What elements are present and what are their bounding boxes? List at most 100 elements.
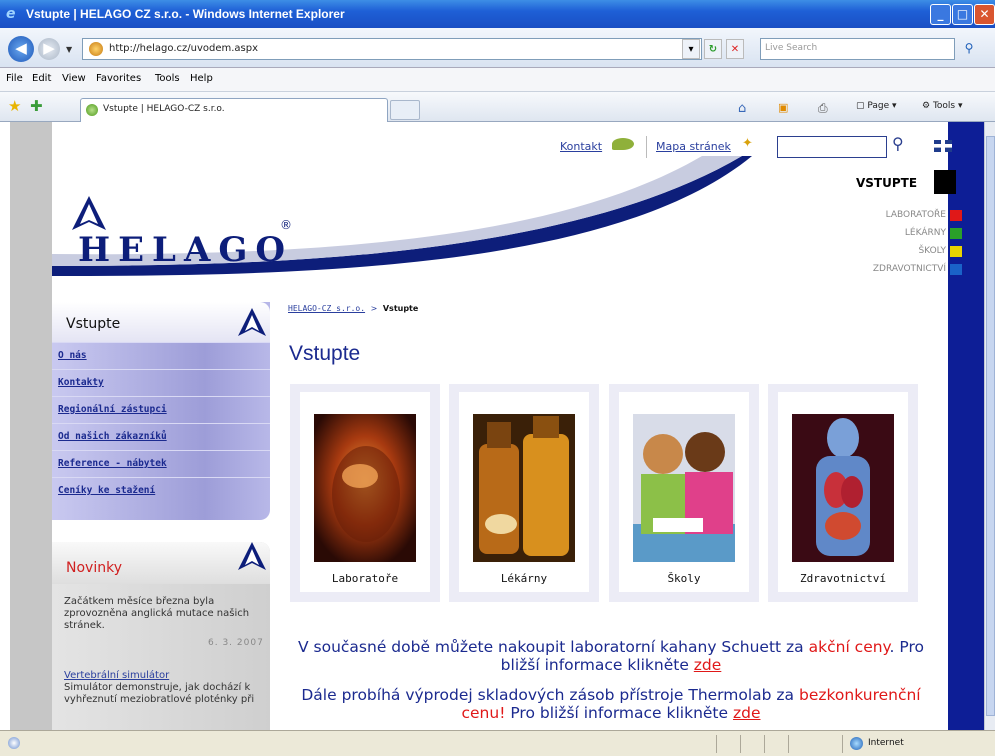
breadcrumb-separator: > bbox=[370, 304, 378, 313]
nav-reference-nabytek[interactable]: Reference - nábytek bbox=[52, 450, 270, 477]
ie-logo-icon: e bbox=[6, 6, 16, 22]
breadcrumb-home[interactable]: HELAGO-CZ s.r.o. bbox=[288, 304, 365, 313]
tools-menu-label: Tools bbox=[932, 101, 956, 111]
page-title: Vstupte bbox=[289, 342, 361, 365]
kontakt-link[interactable]: Kontakt bbox=[560, 140, 602, 153]
menu-favorites[interactable]: Favorites bbox=[96, 73, 141, 84]
card-inner: Laboratoře bbox=[300, 392, 430, 592]
news-item-link[interactable]: Vertebrální simulátor bbox=[64, 670, 169, 681]
refresh-button[interactable]: ↻ bbox=[704, 39, 722, 59]
registered-mark: ® bbox=[280, 218, 292, 232]
section-label: ŠKOLY bbox=[918, 246, 946, 256]
nav-regionalni-zastupci[interactable]: Regionální zástupci bbox=[52, 396, 270, 423]
card-lekarny[interactable]: Lékárny bbox=[449, 384, 599, 602]
print-icon[interactable]: ⎙ bbox=[818, 101, 828, 116]
add-favorite-icon[interactable]: ✚ bbox=[30, 97, 43, 115]
section-current-swatch bbox=[934, 170, 956, 194]
promo-text: Pro bližší informace klikněte bbox=[505, 704, 729, 722]
address-dropdown-icon[interactable]: ▾ bbox=[682, 39, 700, 59]
nav-link-label: Od našich zákazníků bbox=[58, 431, 167, 442]
menu-file[interactable]: File bbox=[6, 73, 23, 84]
address-row: ◀ ▶ ▼ http://helago.cz/uvodem.aspx ▾ ↻ ✕… bbox=[0, 28, 995, 68]
logo-text: HELAGO bbox=[78, 230, 293, 270]
sitemap-link[interactable]: Mapa stránek bbox=[656, 140, 731, 153]
promo-highlight: akční ceny bbox=[808, 638, 890, 656]
breadcrumb: HELAGO-CZ s.r.o. > Vstupte bbox=[288, 304, 418, 313]
menu-edit[interactable]: Edit bbox=[32, 73, 51, 84]
history-dropdown-icon[interactable]: ▼ bbox=[66, 45, 72, 54]
promo-link[interactable]: zde bbox=[694, 656, 722, 674]
card-inner: Školy bbox=[619, 392, 749, 592]
page-menu-label: Page bbox=[867, 101, 890, 111]
promo-link[interactable]: zde bbox=[733, 704, 761, 722]
anatomy-photo bbox=[792, 414, 894, 562]
uk-flag-icon[interactable] bbox=[934, 140, 952, 152]
tab-vstupte[interactable]: Vstupte | HELAGO-CZ s.r.o. bbox=[80, 98, 388, 122]
card-laboratore[interactable]: Laboratoře bbox=[290, 384, 440, 602]
triangle-icon bbox=[238, 542, 266, 570]
card-label: Zdravotnictví bbox=[799, 572, 887, 585]
maximize-button[interactable]: □ bbox=[952, 4, 973, 25]
helago-logo[interactable]: HELAGO ® bbox=[64, 178, 304, 270]
nav-link-label: Reference - nábytek bbox=[58, 458, 167, 469]
status-divider bbox=[842, 735, 843, 753]
yellow-swatch bbox=[950, 246, 962, 257]
internet-zone-icon bbox=[850, 737, 863, 750]
laboratory-photo bbox=[314, 414, 416, 562]
nav-link-label: Kontakty bbox=[58, 377, 104, 388]
nav-od-nasich-zakazniku[interactable]: Od našich zákazníků bbox=[52, 423, 270, 450]
logo-triangle-icon bbox=[72, 196, 106, 230]
nav-link-label: O nás bbox=[58, 350, 87, 361]
search-icon[interactable]: ⚲ bbox=[958, 38, 980, 60]
feeds-icon[interactable]: ▣ bbox=[778, 101, 788, 114]
address-bar[interactable]: http://helago.cz/uvodem.aspx bbox=[82, 38, 702, 60]
section-label: ZDRAVOTNICTVÍ bbox=[872, 264, 946, 274]
new-tab-button[interactable] bbox=[390, 100, 420, 120]
nav-o-nas[interactable]: O nás bbox=[52, 342, 270, 369]
site-search-icon[interactable]: ⚲ bbox=[892, 134, 904, 153]
window-title: Vstupte | HELAGO CZ s.r.o. - Windows Int… bbox=[26, 7, 345, 21]
section-label: LABORATOŘE bbox=[885, 210, 946, 220]
minimize-button[interactable]: _ bbox=[930, 4, 951, 25]
news-title: Novinky bbox=[66, 560, 122, 576]
card-skoly[interactable]: Školy bbox=[609, 384, 759, 602]
address-url[interactable]: http://helago.cz/uvodem.aspx bbox=[109, 43, 258, 54]
nav-ceniky[interactable]: Ceníky ke stažení bbox=[52, 477, 270, 504]
status-divider bbox=[764, 735, 765, 753]
scrollbar-thumb[interactable] bbox=[986, 136, 995, 716]
page-viewport: Kontakt Mapa stránek ✦ ⚲ HELAGO ® VSTUPT… bbox=[0, 122, 995, 730]
promo-thermolab: Dále probíhá výprodej skladových zásob p… bbox=[286, 686, 936, 722]
page-menu[interactable]: ▢ Page ▾ bbox=[856, 101, 897, 111]
news-item-text: Začátkem měsíce března byla zprovozněna … bbox=[64, 596, 250, 631]
breadcrumb-current: Vstupte bbox=[382, 304, 419, 313]
close-button[interactable]: ✕ bbox=[974, 4, 995, 25]
live-search-placeholder: Live Search bbox=[765, 43, 818, 53]
tab-bar: ★ ✚ Vstupte | HELAGO-CZ s.r.o. ⌂ ▣ ⎙ ▢ P… bbox=[0, 92, 995, 122]
promo-text: V současné době můžete nakoupit laborato… bbox=[298, 638, 804, 656]
news-item-date: 6. 3. 2007 bbox=[208, 638, 264, 648]
news-header: Novinky bbox=[52, 542, 270, 584]
menu-view[interactable]: View bbox=[62, 73, 86, 84]
vertical-scrollbar[interactable] bbox=[984, 122, 995, 730]
home-icon[interactable]: ⌂ bbox=[738, 101, 746, 116]
security-zone-label[interactable]: Internet bbox=[868, 738, 904, 748]
card-zdravotnictvi[interactable]: Zdravotnictví bbox=[768, 384, 918, 602]
site-search-input[interactable] bbox=[777, 136, 887, 158]
live-search-input[interactable]: Live Search bbox=[760, 38, 955, 60]
back-button[interactable]: ◀ bbox=[8, 36, 34, 62]
stop-button[interactable]: ✕ bbox=[726, 39, 744, 59]
blue-swatch bbox=[950, 264, 962, 275]
section-current[interactable]: VSTUPTE bbox=[856, 176, 917, 190]
forward-button[interactable]: ▶ bbox=[38, 38, 60, 60]
menu-tools[interactable]: Tools bbox=[155, 73, 180, 84]
news-item-text: Simulátor demonstruje, jak dochází k vyh… bbox=[64, 682, 255, 705]
top-separator bbox=[646, 136, 647, 158]
status-divider bbox=[740, 735, 741, 753]
left-nav-title: Vstupte bbox=[66, 316, 121, 332]
promo-text: Dále probíhá výprodej skladových zásob p… bbox=[301, 686, 795, 704]
nav-kontakty[interactable]: Kontakty bbox=[52, 369, 270, 396]
favorites-star-icon[interactable]: ★ bbox=[8, 97, 21, 115]
site-header: HELAGO ® VSTUPTE LABORATOŘE LÉKÁRNY ŠKOL… bbox=[52, 156, 962, 276]
menu-help[interactable]: Help bbox=[190, 73, 213, 84]
tools-menu[interactable]: ⚙ Tools ▾ bbox=[922, 101, 963, 111]
